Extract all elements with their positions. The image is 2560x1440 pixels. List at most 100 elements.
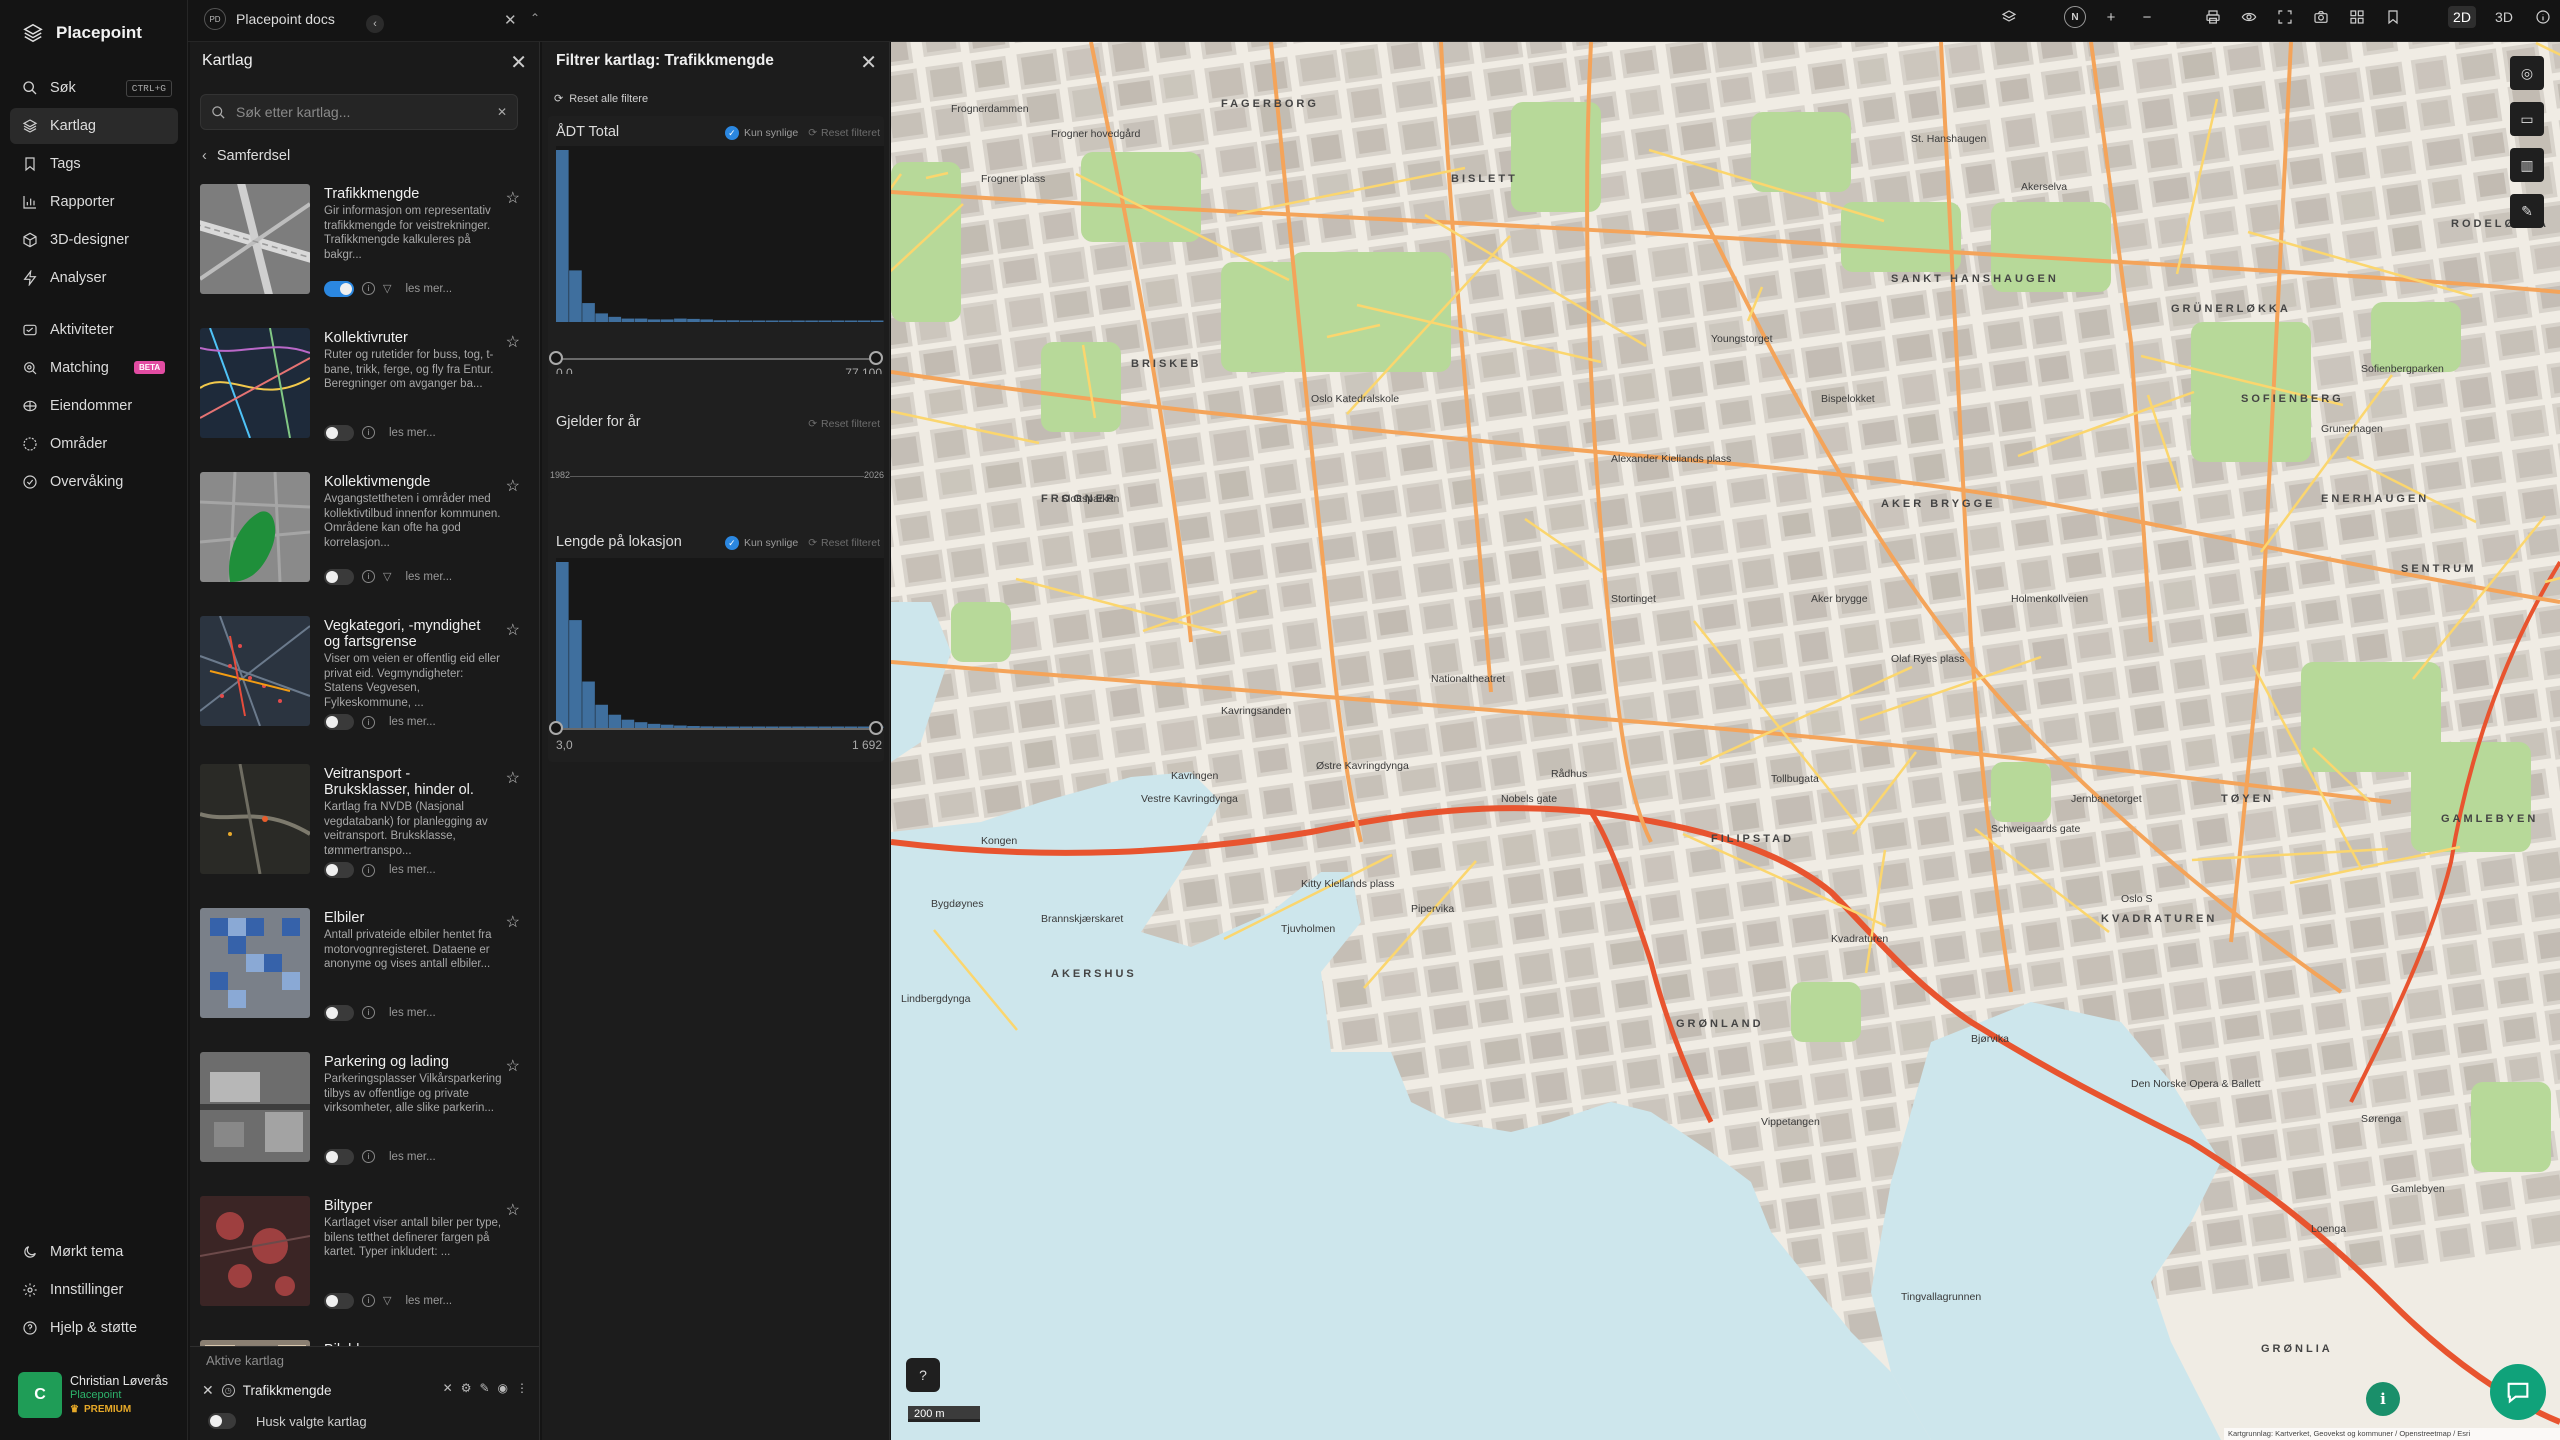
info-icon[interactable]: i xyxy=(362,1006,375,1019)
map-measure-control[interactable]: ▭ xyxy=(2510,102,2544,136)
layer-card[interactable]: Kollektivmengde Avgangstettheten i område… xyxy=(200,472,530,616)
layer-toggle[interactable] xyxy=(324,1148,354,1165)
user-card[interactable]: C Christian Løverås Placepoint ♛ PREMIUM xyxy=(18,1372,178,1420)
info-icon[interactable]: i xyxy=(362,426,375,439)
settings-small-icon[interactable]: ⚙ xyxy=(461,1381,472,1395)
nav-item-områder[interactable]: Områder xyxy=(10,426,178,462)
read-more-link[interactable]: les mer... xyxy=(405,571,452,583)
info-button[interactable]: i xyxy=(2366,1382,2400,1416)
project-selector[interactable]: PD Placepoint docs ✕ ⌃ xyxy=(204,8,540,30)
range-handle-max[interactable] xyxy=(869,721,883,735)
map-layer-control[interactable]: ◎ xyxy=(2510,56,2544,90)
range-slider-length[interactable] xyxy=(556,728,882,730)
chevron-updown-icon[interactable]: ⌃ xyxy=(530,11,540,25)
info-icon[interactable]: i xyxy=(362,715,375,729)
eye-icon[interactable] xyxy=(2238,6,2260,28)
range-handle-min[interactable] xyxy=(549,351,563,365)
close-icon[interactable]: ✕ xyxy=(860,50,877,75)
layer-title[interactable]: Kollektivruter xyxy=(324,330,500,346)
star-icon[interactable]: ☆ xyxy=(506,1200,520,1220)
layer-title[interactable]: Vegkategori, -myndighet og fartsgrense xyxy=(324,618,500,650)
layer-card[interactable]: Elbiler Antall privateide elbiler hentet … xyxy=(200,908,530,1052)
layer-toggle[interactable] xyxy=(324,280,354,297)
map-canvas[interactable]: FAGERBORG BISLETT BRISKEB FROGNER GRÜNERLØKK… xyxy=(891,42,2560,1440)
filter-icon[interactable]: ▽ xyxy=(383,1294,391,1307)
layer-thumbnail[interactable] xyxy=(200,764,310,874)
layer-thumbnail[interactable] xyxy=(200,908,310,1018)
range-handle-max[interactable] xyxy=(869,351,883,365)
layer-title[interactable]: Kollektivmengde xyxy=(324,474,500,490)
zoom-in-icon[interactable]: + xyxy=(2100,6,2122,28)
layer-card[interactable]: Biltyper Kartlaget viser antall biler per… xyxy=(200,1196,530,1340)
read-more-link[interactable]: les mer... xyxy=(389,716,436,728)
camera-icon[interactable] xyxy=(2310,6,2332,28)
layer-thumbnail[interactable] xyxy=(200,616,310,726)
map-draw-control[interactable]: ✎ xyxy=(2510,194,2544,228)
read-more-link[interactable]: les mer... xyxy=(389,1007,436,1019)
read-more-link[interactable]: les mer... xyxy=(389,427,436,439)
layer-thumbnail[interactable] xyxy=(200,472,310,582)
reset-filter-button[interactable]: ⟳ Reset filteret xyxy=(808,418,880,430)
range-handle-min[interactable] xyxy=(549,721,563,735)
layers-stack-icon[interactable] xyxy=(1998,6,2020,28)
read-more-link[interactable]: les mer... xyxy=(405,283,452,295)
range-slider-adt[interactable] xyxy=(556,358,882,360)
remove-layer-icon[interactable]: ✕ xyxy=(202,1382,214,1399)
visibility-icon[interactable]: ◉ xyxy=(498,1381,508,1395)
layer-title[interactable]: Elbiler xyxy=(324,910,500,926)
layer-toggle[interactable] xyxy=(324,1292,354,1309)
filter-icon[interactable]: ▽ xyxy=(383,570,391,583)
breadcrumb[interactable]: ‹ Samferdsel xyxy=(202,148,290,164)
nav-item-aktiviteter[interactable]: Aktiviteter xyxy=(10,312,178,348)
layer-search-input[interactable] xyxy=(236,104,497,120)
map-chart-control[interactable]: ▥ xyxy=(2510,148,2544,182)
nav-item-kartlag[interactable]: Kartlag xyxy=(10,108,178,144)
layer-title[interactable]: Veitransport - Bruksklasser, hinder ol. xyxy=(324,766,500,798)
nav-item-søk[interactable]: Søk CTRL+G xyxy=(10,70,178,106)
info-icon[interactable]: i xyxy=(362,282,375,295)
layer-thumbnail[interactable] xyxy=(200,1052,310,1162)
layer-title[interactable]: Biltyper xyxy=(324,1198,500,1214)
bookmark-icon[interactable] xyxy=(2382,6,2404,28)
star-icon[interactable]: ☆ xyxy=(506,768,520,788)
info-icon[interactable]: i xyxy=(362,1150,375,1163)
nav-item-analyser[interactable]: Analyser xyxy=(10,260,178,296)
star-icon[interactable]: ☆ xyxy=(506,912,520,932)
star-icon[interactable]: ☆ xyxy=(506,188,520,208)
only-visible-checkbox[interactable]: ✓ Kun synlige xyxy=(724,126,798,140)
reset-filter-button[interactable]: ⟳ Reset filteret xyxy=(808,127,880,139)
close-icon[interactable]: ✕ xyxy=(510,50,527,75)
remember-toggle[interactable] xyxy=(208,1413,236,1429)
nav-item-mørkt-tema[interactable]: Mørkt tema xyxy=(10,1234,178,1270)
print-icon[interactable] xyxy=(2202,6,2224,28)
avatar[interactable]: C xyxy=(18,1372,62,1418)
layer-card[interactable]: Veitransport - Bruksklasser, hinder ol. K… xyxy=(200,764,530,908)
filter-icon[interactable]: ▽ xyxy=(383,282,391,295)
brand[interactable]: Placepoint xyxy=(22,22,142,44)
layer-thumbnail[interactable] xyxy=(200,328,310,438)
nav-item-hjelp-støtte[interactable]: Hjelp & støtte xyxy=(10,1310,178,1346)
read-more-link[interactable]: les mer... xyxy=(389,1151,436,1163)
star-icon[interactable]: ☆ xyxy=(506,620,520,640)
reset-filter-button[interactable]: ⟳ Reset filteret xyxy=(808,537,880,549)
layer-card[interactable]: Trafikkmengde Gir informasjon om represen… xyxy=(200,184,530,328)
layer-thumbnail[interactable] xyxy=(200,184,310,294)
layer-toggle[interactable] xyxy=(324,568,354,585)
mode-2d-button[interactable]: 2D xyxy=(2448,6,2476,28)
read-more-link[interactable]: les mer... xyxy=(405,1295,452,1307)
layer-toggle[interactable] xyxy=(324,714,354,730)
close-project-icon[interactable]: ✕ xyxy=(504,11,517,29)
nav-item-innstillinger[interactable]: Innstillinger xyxy=(10,1272,178,1308)
range-slider-year[interactable] xyxy=(570,476,864,477)
star-icon[interactable]: ☆ xyxy=(506,1056,520,1076)
layer-toggle[interactable] xyxy=(324,1004,354,1021)
clear-search-icon[interactable]: ✕ xyxy=(497,105,507,119)
layer-card[interactable]: Kollektivruter Ruter og rutetider for bus… xyxy=(200,328,530,472)
nav-item-overvåking[interactable]: Overvåking xyxy=(10,464,178,500)
nav-item-matching[interactable]: Matching BETA xyxy=(10,350,178,386)
layer-title[interactable]: Parkering og lading xyxy=(324,1054,500,1070)
zoom-out-icon[interactable]: − xyxy=(2136,6,2158,28)
layer-card[interactable]: Parkering og lading Parkeringsplasser Vil… xyxy=(200,1052,530,1196)
info-icon[interactable]: i xyxy=(362,570,375,583)
north-compass-button[interactable]: N xyxy=(2064,6,2086,28)
